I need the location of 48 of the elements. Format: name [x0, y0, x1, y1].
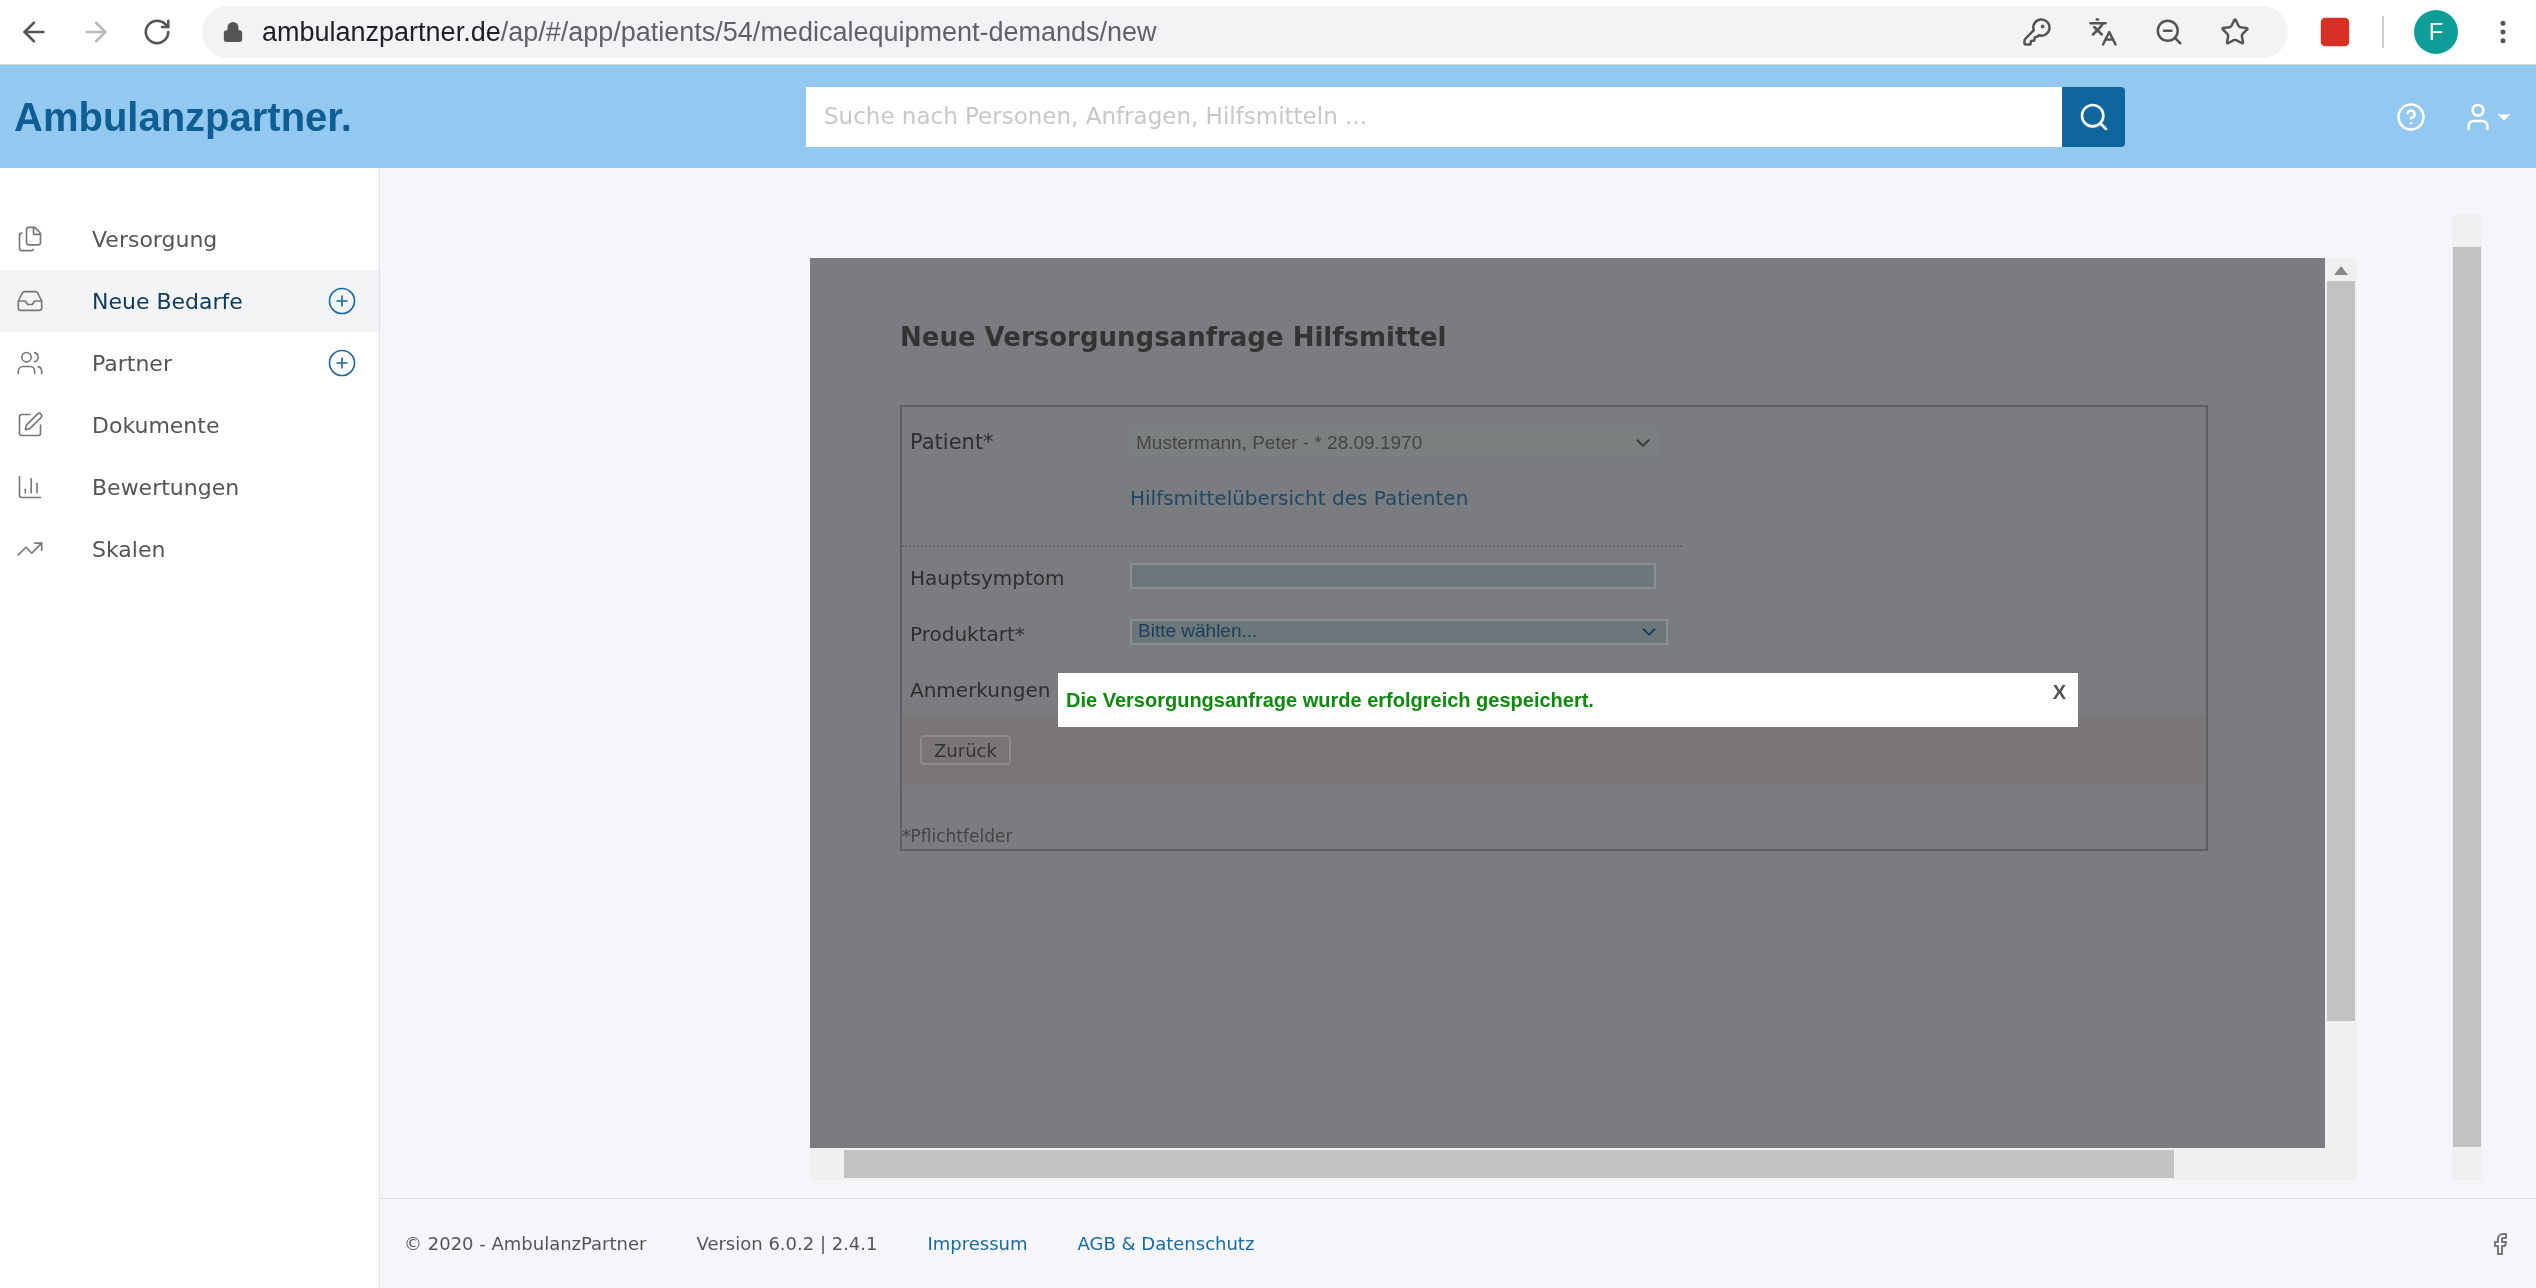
address-bar[interactable]: ambulanzpartner.de/ap/#/app/patients/54/medicalequipment-demands/new	[202, 6, 2288, 58]
add-icon[interactable]	[327, 348, 357, 378]
edit-icon	[16, 411, 44, 439]
sidebar-item[interactable]: Bewertungen	[0, 456, 379, 518]
text-input-field[interactable]	[1130, 562, 1656, 589]
translate-icon[interactable]	[2088, 17, 2118, 47]
sidebar-label: Skalen	[92, 535, 167, 564]
field-label: Hauptsymptom	[910, 565, 1065, 590]
sidebar-label: Bewertungen	[92, 473, 241, 502]
field-label: Produktart*	[910, 621, 1025, 646]
sidebar-label: Dokumente	[92, 411, 221, 440]
star-icon[interactable]	[2220, 17, 2250, 47]
sidebar-label: Versorgung	[92, 225, 219, 254]
horizontal-scrollbar[interactable]	[810, 1148, 2357, 1180]
sidebar-item[interactable]: Partner	[0, 332, 379, 394]
success-message: Die Versorgungsanfrage wurde erfolgreich gespeichert.	[1066, 688, 1595, 713]
close-button[interactable]: X	[2052, 677, 2066, 707]
back-button[interactable]: Zurück	[920, 734, 1011, 765]
people-icon	[16, 349, 44, 377]
scroll-up-icon[interactable]	[2334, 266, 2348, 275]
field-label: Patient*	[910, 429, 995, 456]
files-icon	[16, 225, 44, 253]
lock-icon	[222, 21, 244, 43]
search-button[interactable]	[2062, 86, 2125, 147]
sidebar-item[interactable]: Neue Bedarfe	[0, 270, 379, 332]
footer-link[interactable]: Impressum	[927, 1230, 1028, 1257]
footer-link[interactable]: AGB & Datenschutz	[1077, 1230, 1255, 1257]
add-icon[interactable]	[327, 286, 357, 316]
stop-record-icon[interactable]	[2318, 15, 2352, 49]
profile-avatar[interactable]: F	[2414, 10, 2458, 54]
key-icon[interactable]	[2022, 17, 2052, 47]
copyright-text: © 2020 - AmbulanzPartner	[404, 1232, 647, 1256]
sidebar-label: Partner	[92, 349, 173, 378]
url-text: ambulanzpartner.de/ap/#/app/patients/54/medicalequipment-demands/new	[262, 15, 1158, 49]
sidebar-label: Neue Bedarfe	[92, 287, 244, 316]
sidebar-item[interactable]: Dokumente	[0, 394, 379, 456]
field-label: Anmerkungen	[910, 677, 1051, 702]
version-text: Version 6.0.2 | 2.4.1	[696, 1232, 878, 1256]
bars-icon	[16, 473, 44, 501]
form-title: Neue Versorgungsanfrage Hilfsmittel	[900, 321, 1448, 354]
reload-icon[interactable]	[142, 17, 172, 47]
sidebar-item[interactable]: Skalen	[0, 518, 379, 580]
required-note: *Pflichtfelder	[902, 824, 1013, 848]
logo[interactable]: Ambulanzpartner.	[14, 86, 806, 147]
vertical-scrollbar[interactable]	[2325, 258, 2357, 1148]
sidebar-item[interactable]: Versorgung	[0, 208, 379, 270]
zoom-out-icon[interactable]	[2154, 17, 2184, 47]
page-scrollbar[interactable]	[2452, 215, 2482, 1180]
